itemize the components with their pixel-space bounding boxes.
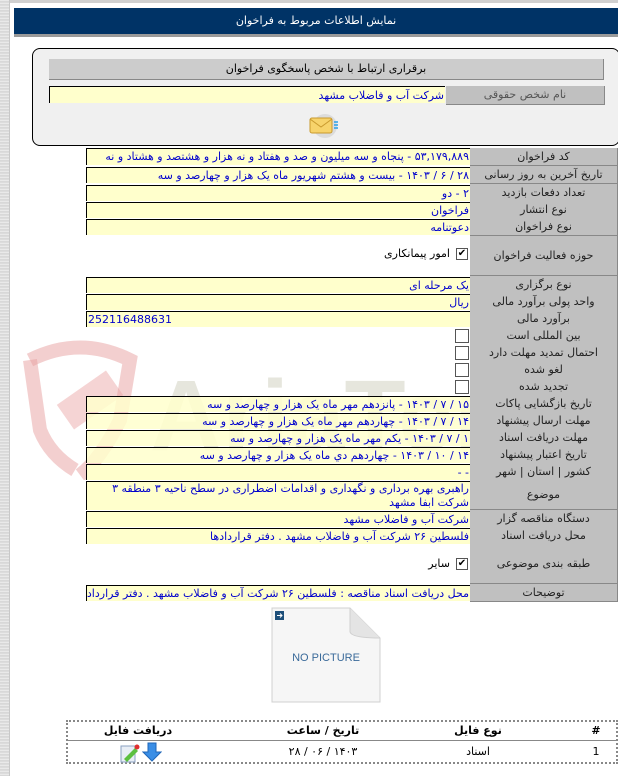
category-option: سایر <box>428 557 450 570</box>
currency-label: واحد پولی برآورد مالی <box>470 293 618 311</box>
row-visits: ۲ - دو تعداد دفعات بازدید <box>86 184 618 202</box>
submit-deadline-label: مهلت ارسال پیشنهاد <box>470 412 618 430</box>
international-label: بین المللی است <box>470 327 618 345</box>
opening-date-label: تاریخ بازگشایی پاکات <box>470 395 618 413</box>
code-label: کد فراخوان <box>470 148 618 166</box>
row-subject: راهبری بهره برداری و نگهداری و اقدامات ا… <box>86 480 618 510</box>
row-code: ۵۳,۱۷۹,۸۸۹ - پنجاه و سه میلیون و صد و هف… <box>86 148 618 166</box>
row-estimate: 252116488631 برآورد مالی <box>86 310 618 328</box>
row-description: محل دریافت اسناد مناقصه : فلسطین ۲۶ شرکت… <box>86 584 618 602</box>
description-label: توضیحات <box>470 584 618 602</box>
contact-title: برقراری ارتباط با شخص پاسخگوی فراخوان <box>49 59 604 80</box>
cancelled-checkbox[interactable] <box>455 363 469 377</box>
docs-place-value: فلسطین ۲۶ شرکت آب و فاضلاب مشهد . دفتر ق… <box>86 528 470 544</box>
page-left-strip <box>0 0 9 776</box>
docs-place-label: محل دریافت اسناد <box>470 527 618 545</box>
activity-scope-label: حوزه فعالیت فراخوان <box>470 236 618 276</box>
contact-label: نام شخص حقوقی <box>446 86 605 105</box>
row-organizer: شرکت آب و فاضلاب مشهد دستگاه مناقصه گزار <box>86 510 618 528</box>
page-title: نمایش اطلاعات مربوط به فراخوان <box>14 8 618 37</box>
location-value: - - <box>86 464 470 480</box>
submit-deadline-value: ۱۴ / ۷ / ۱۴۰۳ - چهاردهم مهر ماه یک هزار … <box>86 413 470 429</box>
download-arrow-icon[interactable] <box>142 742 162 762</box>
row-validity-date: ۱۴ / ۱۰ / ۱۴۰۳ - چهاردهم دي ماه یک هزار … <box>86 446 618 464</box>
subject-value: راهبری بهره برداری و نگهداری و اقدامات ا… <box>86 481 470 510</box>
row-activity-scope: ✔ امور پیمانکاری حوزه فعالیت فراخوان <box>86 236 618 276</box>
activity-scope-checkbox[interactable]: ✔ <box>456 248 468 260</box>
currency-value: ریال <box>86 294 470 310</box>
extension-checkbox[interactable] <box>455 346 469 360</box>
activity-scope-option: امور پیمانکاری <box>384 247 450 260</box>
last-update-label: تاریخ آخرین به روز رسانی <box>470 166 618 184</box>
validity-date-value: ۱۴ / ۱۰ / ۱۴۰۳ - چهاردهم دي ماه یک هزار … <box>86 447 470 463</box>
file-type: اسناد <box>466 745 490 758</box>
extension-label: احتمال تمدید مهلت دارد <box>470 344 618 362</box>
edit-document-icon[interactable] <box>120 743 140 763</box>
international-checkbox[interactable] <box>455 329 469 343</box>
header-type: نوع فایل <box>454 724 502 737</box>
docs-deadline-label: مهلت دریافت اسناد <box>470 429 618 447</box>
code-value: ۵۳,۱۷۹,۸۸۹ - پنجاه و سه میلیون و صد و هف… <box>86 148 470 165</box>
estimate-label: برآورد مالی <box>470 310 618 328</box>
holding-type-label: نوع برگزاری <box>470 276 618 294</box>
row-docs-deadline: ۱ / ۷ / ۱۴۰۳ - یکم مهر ماه یک هزار و چها… <box>86 429 618 447</box>
call-type-label: نوع فراخوان <box>470 218 618 236</box>
row-call-type: دعوتنامه نوع فراخوان <box>86 218 618 236</box>
row-location: - - کشور | استان | شهر <box>86 463 618 481</box>
docs-deadline-value: ۱ / ۷ / ۱۴۰۳ - یکم مهر ماه یک هزار و چها… <box>86 430 470 446</box>
publish-type-label: نوع انتشار <box>470 201 618 219</box>
opening-date-value: ۱۵ / ۷ / ۱۴۰۳ - پانزدهم مهر ماه یک هزار … <box>86 396 470 412</box>
row-last-update: ۲۸ / ۶ / ۱۴۰۳ - بیست و هشتم شهریور ماه ی… <box>86 166 618 184</box>
description-value: محل دریافت اسناد مناقصه : فلسطین ۲۶ شرکت… <box>86 585 470 601</box>
holding-type-value: یک مرحله ای <box>86 277 470 293</box>
validity-date-label: تاریخ اعتبار پیشنهاد <box>470 446 618 464</box>
row-holding-type: یک مرحله ای نوع برگزاری <box>86 276 618 294</box>
contact-value: شرکت آب و فاضلاب مشهد <box>49 86 445 103</box>
category-label: طبقه بندی موضوعی <box>470 544 618 584</box>
header-date: تاریخ / ساعت <box>286 724 360 737</box>
file-index: 1 <box>592 745 600 758</box>
file-date: ۲۸ / ۰۶ / ۱۴۰۳ <box>288 745 358 758</box>
estimate-value: 252116488631 <box>86 311 470 327</box>
file-row: 1 اسناد ۲۸ / ۰۶ / ۱۴۰۳ <box>68 741 616 763</box>
location-label: کشور | استان | شهر <box>470 463 618 481</box>
row-submit-deadline: ۱۴ / ۷ / ۱۴۰۳ - چهاردهم مهر ماه یک هزار … <box>86 412 618 430</box>
row-category: ✔ سایر طبقه بندی موضوعی <box>86 544 618 584</box>
row-renewed: تجدید شده <box>86 378 618 396</box>
renewed-label: تجدید شده <box>470 378 618 396</box>
row-cancelled: لغو شده <box>86 361 618 379</box>
cancelled-label: لغو شده <box>470 361 618 379</box>
visits-value: ۲ - دو <box>86 185 470 201</box>
renewed-checkbox[interactable] <box>455 380 469 394</box>
organizer-value: شرکت آب و فاضلاب مشهد <box>86 511 470 527</box>
no-picture-image: NO PICTURE <box>271 607 381 703</box>
svg-text:NO PICTURE: NO PICTURE <box>292 652 360 664</box>
row-currency: ریال واحد پولی برآورد مالی <box>86 293 618 311</box>
mail-icon[interactable] <box>307 111 339 139</box>
header-download: دریافت فایل <box>103 724 173 737</box>
last-update-value: ۲۸ / ۶ / ۱۴۰۳ - بیست و هشتم شهریور ماه ی… <box>86 167 470 183</box>
files-table: # نوع فایل تاریخ / ساعت دریافت فایل 1 اس… <box>66 720 618 764</box>
visits-label: تعداد دفعات بازدید <box>470 184 618 202</box>
row-docs-place: فلسطین ۲۶ شرکت آب و فاضلاب مشهد . دفتر ق… <box>86 527 618 545</box>
row-publish-type: فراخوان نوع انتشار <box>86 201 618 219</box>
publish-type-value: فراخوان <box>86 202 470 218</box>
row-extension: احتمال تمدید مهلت دارد <box>86 344 618 362</box>
row-opening-date: ۱۵ / ۷ / ۱۴۰۳ - پانزدهم مهر ماه یک هزار … <box>86 395 618 413</box>
call-type-value: دعوتنامه <box>86 219 470 235</box>
organizer-label: دستگاه مناقصه گزار <box>470 510 618 528</box>
row-international: بین المللی است <box>86 327 618 345</box>
page-top-border <box>10 0 618 3</box>
header-index: # <box>591 724 601 737</box>
files-header-row: # نوع فایل تاریخ / ساعت دریافت فایل <box>68 722 616 741</box>
contact-panel: برقراری ارتباط با شخص پاسخگوی فراخوان نا… <box>32 48 618 146</box>
subject-label: موضوع <box>470 480 618 510</box>
category-checkbox[interactable]: ✔ <box>456 558 468 570</box>
page-left-border <box>9 0 10 776</box>
